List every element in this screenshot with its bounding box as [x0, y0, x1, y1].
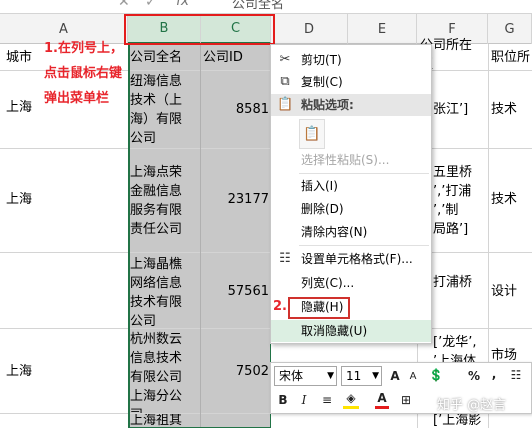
- table-cell-f[interactable]: 张江’]: [433, 100, 488, 119]
- font-size-value: 11: [346, 369, 362, 383]
- menu-item-insert[interactable]: 插入(I): [271, 175, 431, 197]
- menu-separator: [299, 245, 429, 246]
- table-cell-g[interactable]: 设计: [491, 282, 532, 301]
- menu-item-delete[interactable]: 删除(D): [271, 198, 431, 220]
- menu-clear-label: 清除内容(N): [301, 225, 368, 239]
- annotation-hide-highlight: [288, 297, 350, 319]
- comma-style-button[interactable]: ,: [489, 365, 499, 383]
- watermark: 知乎 @赵言: [437, 398, 507, 413]
- format-cells-icon: ☷: [279, 251, 291, 266]
- menu-item-cut[interactable]: ✂ 剪切(T): [271, 49, 431, 71]
- percent-button[interactable]: %: [467, 367, 481, 385]
- chevron-down-icon: ▼: [372, 371, 379, 381]
- menu-insert-label: 插入(I): [301, 179, 338, 193]
- table-cell-f[interactable]: [’上海影: [433, 414, 488, 428]
- menu-column-width-label: 列宽(C)...: [301, 276, 355, 290]
- formula-value[interactable]: 公司全名: [232, 0, 284, 12]
- font-color-button[interactable]: A: [375, 391, 389, 409]
- formula-x-icon[interactable]: ✕: [118, 0, 130, 10]
- bold-button[interactable]: B: [276, 391, 290, 409]
- annotation-highlight-box: [124, 14, 275, 45]
- menu-item-paste-special[interactable]: 选择性粘贴(S)...: [271, 149, 431, 171]
- copy-icon: ⧉: [280, 74, 290, 89]
- menu-format-cells-label: 设置单元格格式(F)...: [301, 252, 413, 266]
- increase-font-size-button[interactable]: A: [388, 367, 402, 385]
- table-cell-city[interactable]: 上海: [6, 190, 46, 209]
- column-selection-border: [128, 44, 271, 428]
- menu-paste-special-label: 选择性粘贴(S)...: [301, 153, 390, 167]
- fill-color-icon[interactable]: ◈: [343, 391, 359, 409]
- font-name-select[interactable]: 宋体 ▼: [274, 366, 337, 386]
- paste-option-button[interactable]: 📋: [299, 119, 325, 149]
- annotation-step1: 1.在列号上， 点击鼠标右键 弹出菜单栏: [44, 41, 123, 106]
- menu-item-copy[interactable]: ⧉ 复制(C): [271, 71, 431, 93]
- menu-unhide-label: 取消隐藏(U): [301, 324, 368, 338]
- italic-button[interactable]: I: [297, 391, 311, 409]
- menu-item-unhide[interactable]: 取消隐藏(U): [271, 320, 431, 342]
- column-header-g[interactable]: G: [488, 14, 532, 44]
- decrease-font-size-button[interactable]: A: [407, 368, 419, 386]
- menu-item-clear[interactable]: 清除内容(N): [271, 221, 431, 243]
- table-cell-f[interactable]: 打浦桥: [433, 273, 488, 292]
- menu-item-column-width[interactable]: 列宽(C)...: [271, 272, 431, 294]
- table-cell-city[interactable]: 上海: [6, 362, 46, 381]
- menu-copy-label: 复制(C): [301, 75, 343, 89]
- formula-check-icon[interactable]: ✓: [145, 0, 157, 10]
- table-cell-g[interactable]: 技术: [491, 100, 532, 119]
- menu-paste-options-label: 粘贴选项:: [301, 98, 354, 112]
- fx-icon[interactable]: fx: [176, 0, 189, 9]
- currency-icon[interactable]: 💲: [427, 366, 445, 384]
- font-name-value: 宋体: [279, 369, 304, 383]
- menu-separator: [299, 173, 429, 174]
- table-cell-g[interactable]: 技术: [491, 190, 532, 209]
- align-center-icon[interactable]: ≡: [319, 391, 335, 409]
- column-header-d[interactable]: D: [271, 14, 348, 44]
- clipboard-icon: 📋: [277, 97, 294, 112]
- format-painter-icon[interactable]: ☷: [507, 366, 525, 384]
- menu-cut-label: 剪切(T): [301, 53, 342, 67]
- menu-delete-label: 删除(D): [301, 202, 344, 216]
- table-cell-f[interactable]: 五里桥 ’,’打浦 ’,’制 局路’]: [433, 163, 488, 239]
- table-cell-city[interactable]: 上海: [6, 98, 46, 117]
- column-header-e[interactable]: E: [348, 14, 417, 44]
- menu-paste-options-header: 📋 粘贴选项:: [271, 94, 431, 116]
- annotation-step2: 2.: [273, 299, 287, 314]
- cell-g1[interactable]: 职位所: [491, 48, 532, 67]
- borders-icon[interactable]: ⊞: [398, 391, 414, 409]
- scissors-icon: ✂: [279, 52, 291, 67]
- chevron-down-icon: ▼: [327, 371, 334, 381]
- formula-bar[interactable]: ✕ ✓ fx 公司全名: [0, 0, 532, 14]
- font-size-select[interactable]: 11 ▼: [341, 366, 382, 386]
- menu-item-format-cells[interactable]: ☷ 设置单元格格式(F)...: [271, 248, 431, 270]
